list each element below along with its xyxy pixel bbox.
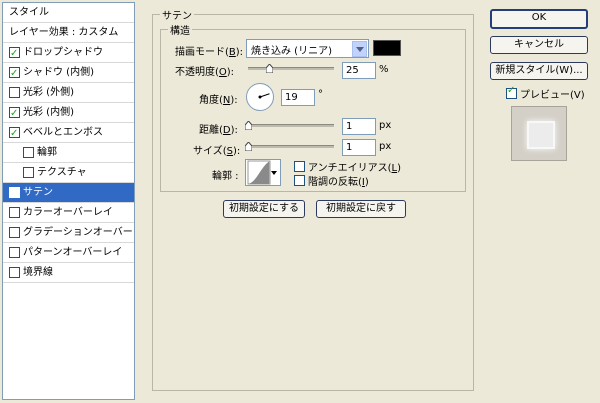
sidebar-item-label: グラデーションオーバーレイ: [23, 227, 134, 238]
styles-list: スタイル レイヤー効果 : カスタム ドロップシャドウ シャドウ (内側) 光彩…: [2, 2, 135, 400]
structure-group-title: 構造: [168, 22, 192, 37]
outer-glow-checkbox[interactable]: [9, 87, 20, 98]
sidebar-item-stroke[interactable]: 境界線: [3, 263, 134, 283]
size-slider-handle[interactable]: [245, 142, 252, 151]
chevron-down-icon: [269, 161, 279, 184]
distance-slider-handle[interactable]: [245, 121, 252, 130]
preview-checkbox[interactable]: プレビュー(V): [506, 85, 585, 101]
sidebar-item-blending-options[interactable]: レイヤー効果 : カスタム: [3, 23, 134, 43]
blend-mode-select[interactable]: 焼き込み (リニア): [246, 39, 369, 58]
sidebar-item-label: テクスチャ: [37, 167, 87, 178]
sidebar-item-satin[interactable]: サテン: [3, 183, 134, 203]
distance-slider-track[interactable]: [248, 124, 334, 127]
sidebar-item-texture[interactable]: テクスチャ: [3, 163, 134, 183]
opacity-unit: %: [379, 64, 389, 75]
inner-shadow-checkbox[interactable]: [9, 64, 20, 82]
angle-unit: °: [318, 89, 323, 100]
opacity-slider-handle[interactable]: [266, 64, 273, 73]
opacity-slider-track[interactable]: [248, 67, 334, 70]
distance-input[interactable]: 1: [342, 118, 376, 135]
ok-button[interactable]: OK: [490, 9, 588, 29]
antialias-check[interactable]: [294, 161, 305, 172]
sidebar-item-drop-shadow[interactable]: ドロップシャドウ: [3, 43, 134, 63]
sidebar-item-pattern-overlay[interactable]: パターンオーバーレイ: [3, 243, 134, 263]
sidebar-item-inner-glow[interactable]: 光彩 (内側): [3, 103, 134, 123]
sidebar-item-label: パターンオーバーレイ: [23, 247, 123, 258]
preview-check[interactable]: [506, 85, 517, 99]
contour-picker[interactable]: [245, 159, 281, 186]
distance-unit: px: [379, 120, 392, 131]
sidebar-item-styles[interactable]: スタイル: [3, 3, 134, 23]
invert-label: 階調の反転(I): [308, 177, 369, 188]
sidebar-item-label: サテン: [23, 187, 53, 198]
contour-label: 輪郭 :: [212, 171, 239, 182]
blend-mode-value: 焼き込み (リニア): [251, 46, 332, 57]
cancel-button[interactable]: キャンセル: [490, 36, 588, 54]
sidebar-item-label: 輪郭: [37, 147, 57, 158]
make-default-button[interactable]: 初期設定にする: [223, 200, 305, 218]
antialias-checkbox[interactable]: アンチエイリアス(L): [294, 159, 401, 174]
pattern-overlay-checkbox[interactable]: [9, 247, 20, 258]
sidebar-item-gradient-overlay[interactable]: グラデーションオーバーレイ: [3, 223, 134, 243]
new-style-button[interactable]: 新規スタイル(W)...: [490, 62, 588, 80]
size-unit: px: [379, 141, 392, 152]
bevel-emboss-checkbox[interactable]: [9, 124, 20, 142]
angle-input[interactable]: 19: [281, 89, 315, 106]
sidebar-item-label: カラーオーバーレイ: [23, 207, 113, 218]
sidebar-item-color-overlay[interactable]: カラーオーバーレイ: [3, 203, 134, 223]
sidebar-item-label: ベベルとエンボス: [23, 127, 103, 138]
sidebar-item-outer-glow[interactable]: 光彩 (外側): [3, 83, 134, 103]
size-slider-track[interactable]: [248, 145, 334, 148]
sidebar-item-label: 光彩 (外側): [23, 87, 74, 98]
chevron-down-icon: [352, 41, 367, 57]
sidebar-item-label: スタイル: [9, 7, 49, 18]
inner-glow-checkbox[interactable]: [9, 104, 20, 122]
satin-group-title: サテン: [160, 7, 194, 22]
invert-check[interactable]: [294, 175, 305, 186]
sidebar-item-contour[interactable]: 輪郭: [3, 143, 134, 163]
contour-checkbox[interactable]: [23, 147, 34, 158]
size-label: サイズ(S):: [193, 146, 241, 157]
angle-label: 角度(N):: [199, 95, 238, 106]
distance-label: 距離(D):: [199, 125, 238, 136]
opacity-label: 不透明度(O):: [175, 67, 235, 78]
opacity-input[interactable]: 25: [342, 62, 376, 79]
sidebar-item-label: レイヤー効果 : カスタム: [9, 27, 119, 38]
sidebar-item-label: シャドウ (内側): [23, 67, 94, 78]
stroke-checkbox[interactable]: [9, 267, 20, 278]
blend-mode-label: 描画モード(B):: [175, 47, 244, 58]
sidebar-item-inner-shadow[interactable]: シャドウ (内側): [3, 63, 134, 83]
texture-checkbox[interactable]: [23, 167, 34, 178]
satin-color-swatch[interactable]: [373, 40, 401, 56]
satin-checkbox[interactable]: [9, 184, 20, 202]
contour-curve-icon: [247, 160, 271, 185]
sidebar-item-label: ドロップシャドウ: [23, 47, 103, 58]
style-preview-thumbnail: [511, 106, 567, 161]
sidebar-item-label: 光彩 (内側): [23, 107, 74, 118]
angle-dial[interactable]: [246, 83, 274, 111]
gradient-overlay-checkbox[interactable]: [9, 227, 20, 238]
sidebar-item-label: 境界線: [23, 267, 53, 278]
preview-label: プレビュー(V): [520, 90, 585, 101]
color-overlay-checkbox[interactable]: [9, 207, 20, 218]
invert-checkbox[interactable]: 階調の反転(I): [294, 173, 369, 188]
size-input[interactable]: 1: [342, 139, 376, 156]
sidebar-item-bevel-emboss[interactable]: ベベルとエンボス: [3, 123, 134, 143]
drop-shadow-checkbox[interactable]: [9, 44, 20, 62]
reset-default-button[interactable]: 初期設定に戻す: [316, 200, 406, 218]
